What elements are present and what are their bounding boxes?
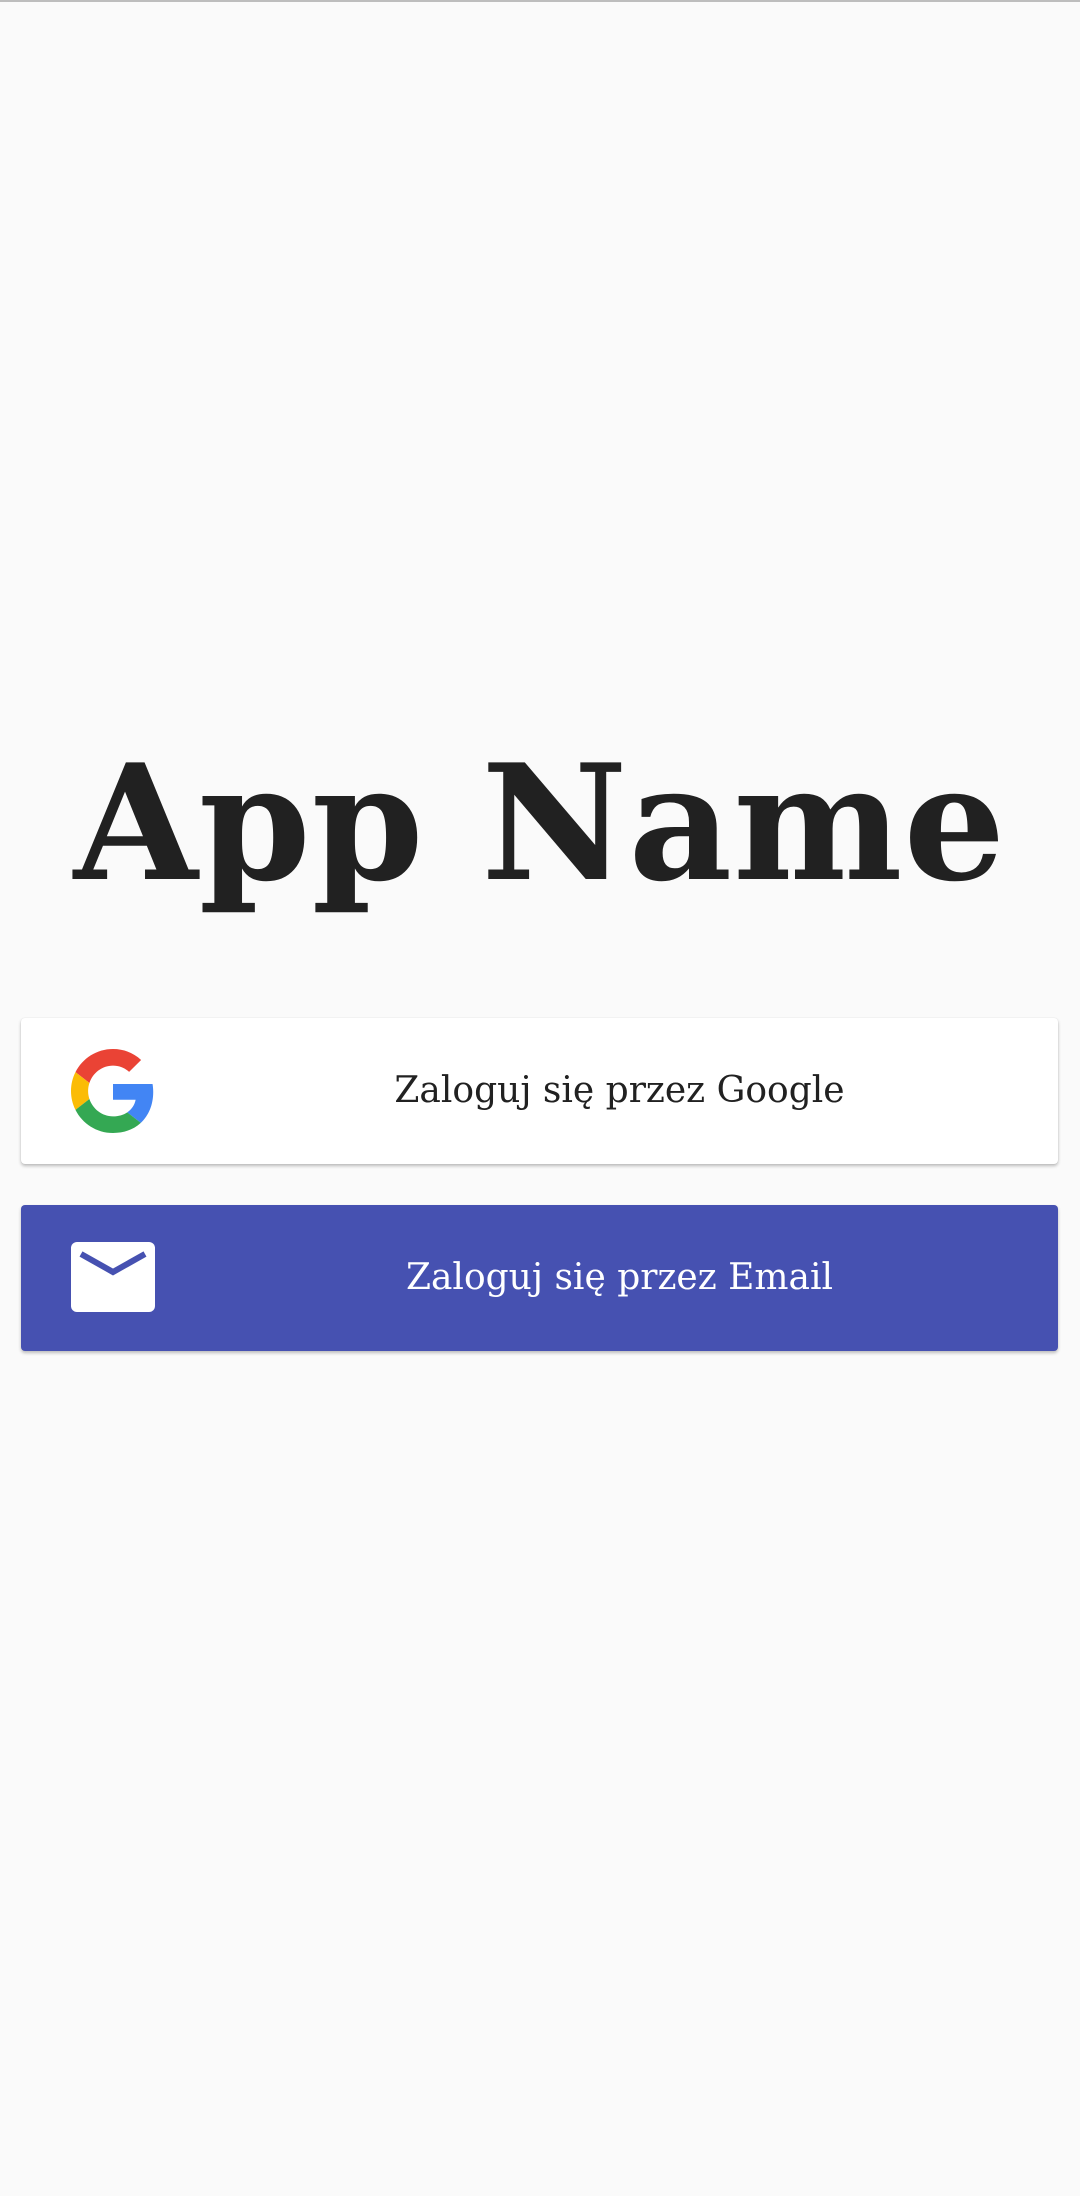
app-title: App Name: [73, 729, 1007, 917]
google-sign-in-label: Zaloguj się przez Google: [394, 1070, 845, 1111]
status-bar-divider: [0, 0, 1080, 2]
google-sign-in-button[interactable]: Zaloguj się przez Google: [21, 1018, 1058, 1164]
google-icon: [71, 1049, 155, 1133]
email-sign-in-button[interactable]: Zaloguj się przez Email: [21, 1205, 1058, 1351]
email-sign-in-label: Zaloguj się przez Email: [405, 1257, 834, 1298]
mail-icon: [71, 1236, 155, 1320]
